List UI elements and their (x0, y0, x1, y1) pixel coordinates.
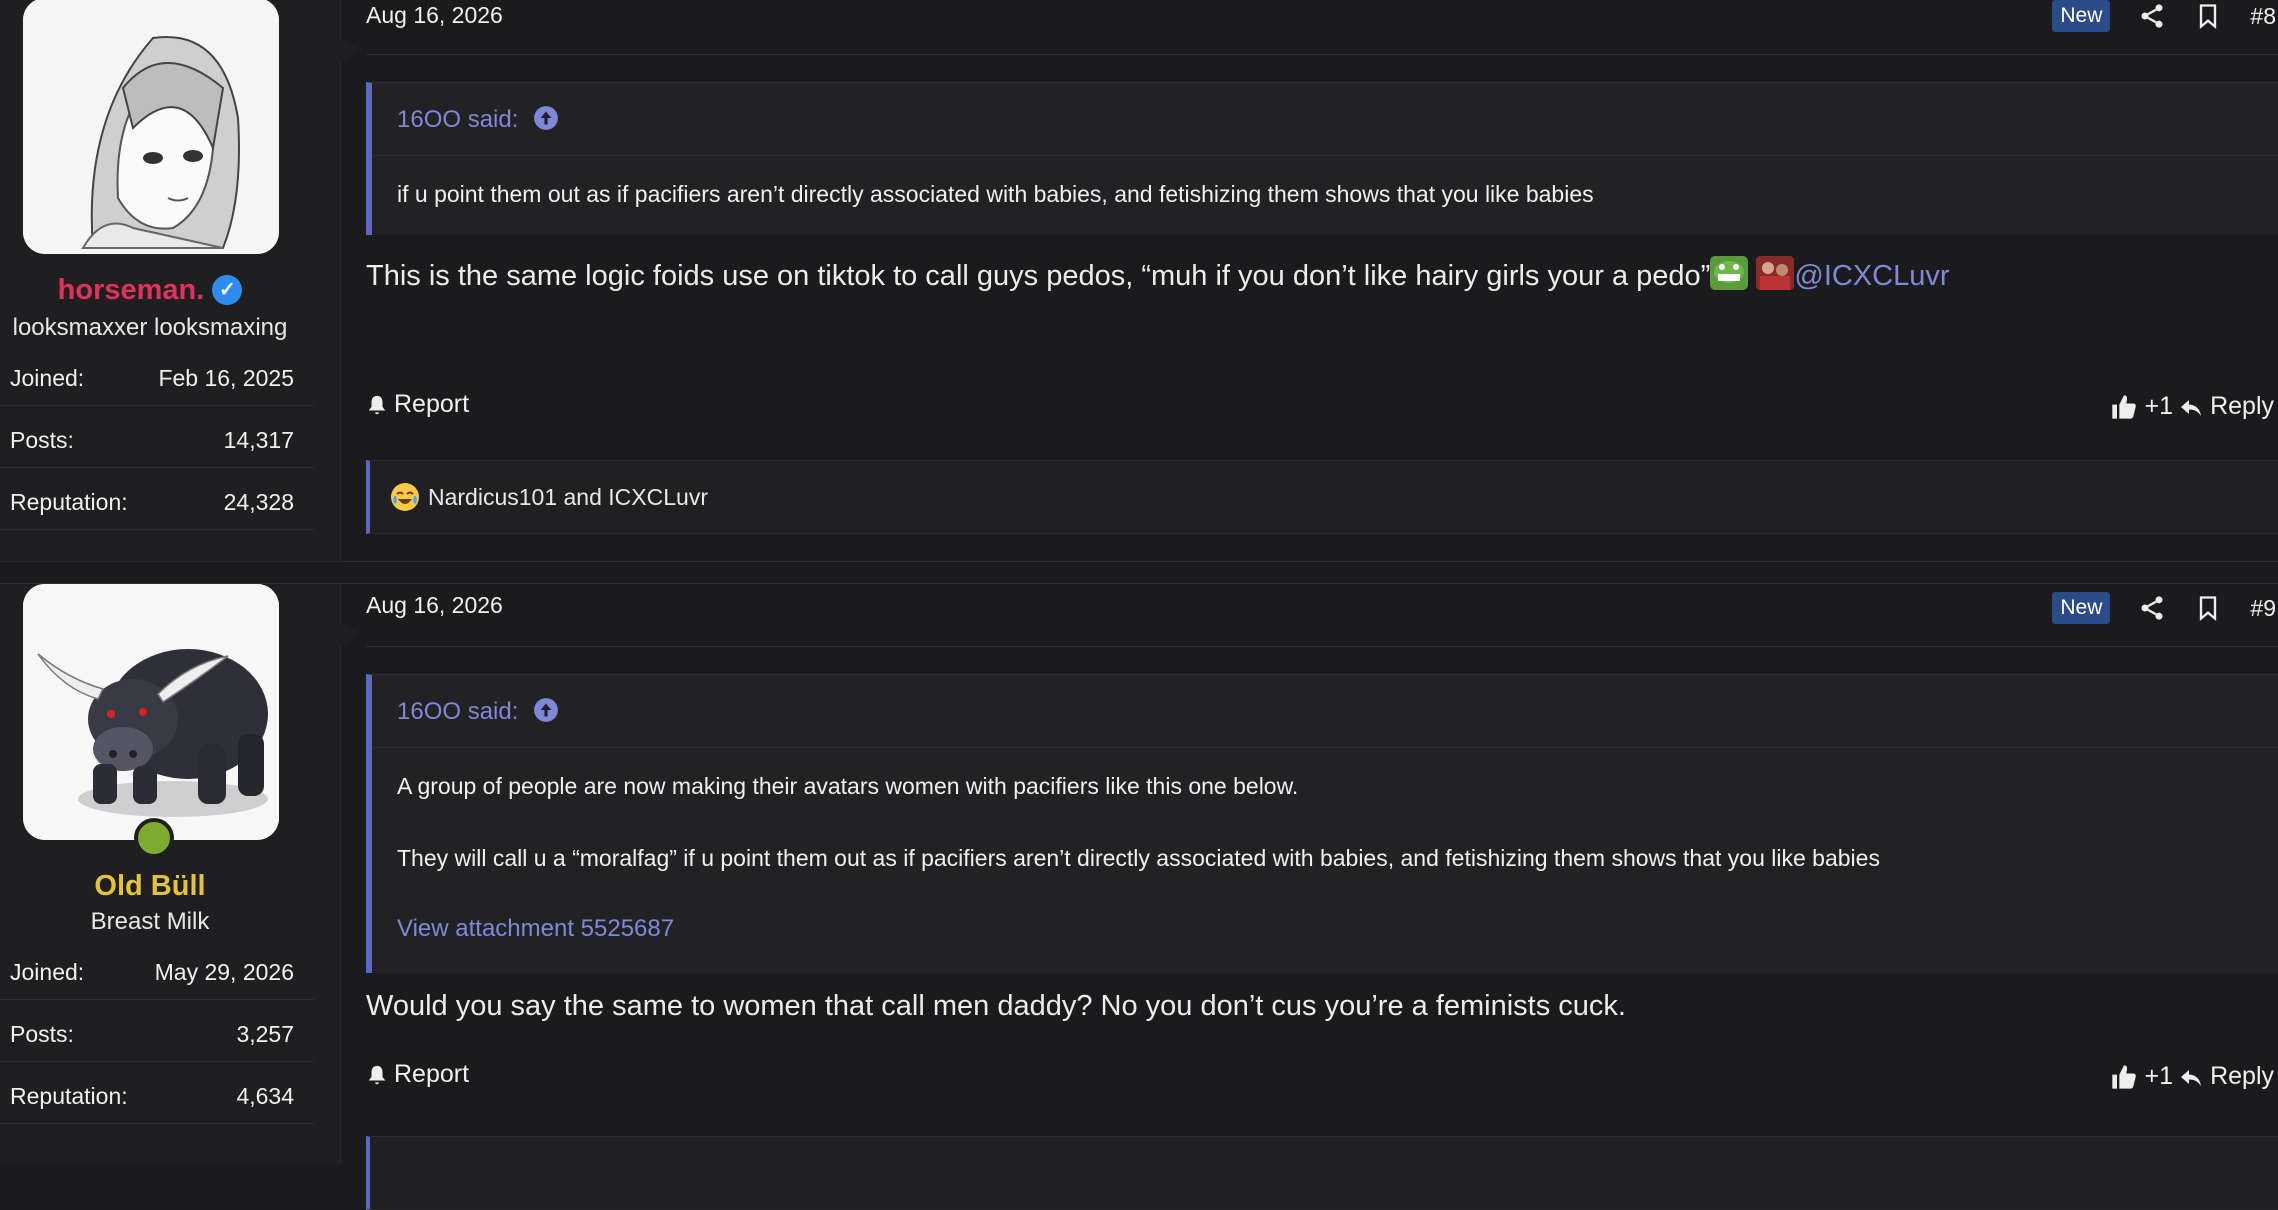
quote-divider (372, 155, 2278, 156)
stat-label: Posts: (10, 427, 74, 453)
stat-posts: Posts: 14,317 (0, 414, 314, 468)
stat-value: Feb 16, 2025 (158, 365, 294, 391)
username[interactable]: horseman. ✓ (0, 274, 300, 307)
post-body: Aug 16, 2026 New #8 16OO said: if u poin… (341, 0, 2278, 561)
crying-laughing-emoji-icon (391, 483, 419, 511)
post-content: Would you say the same to women that cal… (366, 990, 1626, 1023)
new-badge: New (2052, 592, 2111, 624)
bookmark-icon[interactable] (2194, 2, 2222, 30)
reply-arrow-icon (2181, 399, 2202, 416)
reactions-bar[interactable] (366, 1136, 2278, 1210)
reactions-bar[interactable]: Nardicus101 and ICXCLuvr (366, 460, 2278, 534)
bell-icon (368, 395, 386, 414)
quote-divider (372, 747, 2278, 748)
quote-text: if u point them out as if pacifiers aren… (397, 181, 1594, 207)
reply-button[interactable]: Reply (2178, 392, 2274, 421)
verified-badge-icon: ✓ (212, 275, 243, 305)
post-text: This is the same logic foids use on tikt… (366, 260, 1711, 292)
stat-label: Reputation: (10, 1083, 128, 1109)
stat-reputation: Reputation: 4,634 (0, 1070, 314, 1124)
like-button[interactable]: +1 (2110, 392, 2173, 421)
new-badge: New (2052, 0, 2111, 32)
username-text[interactable]: horseman. (58, 274, 205, 306)
stat-label: Posts: (10, 1021, 74, 1047)
user-info-panel: Old Büll Breast Milk Joined: May 29, 202… (0, 584, 362, 1164)
quote-author[interactable]: 16OO said: (397, 697, 559, 726)
post-number[interactable]: #9 (2250, 595, 2278, 622)
report-button[interactable]: Report (366, 390, 469, 419)
arrow-up-circle-icon[interactable] (533, 697, 559, 723)
stat-value: May 29, 2026 (154, 959, 294, 985)
stat-label: Reputation: (10, 489, 128, 515)
arrow-up-circle-icon[interactable] (533, 105, 559, 131)
stat-posts: Posts: 3,257 (0, 1008, 314, 1062)
quote-text: A group of people are now making their a… (397, 773, 1299, 799)
quote-block: 16OO said: if u point them out as if pac… (366, 82, 2278, 235)
post-header-actions: New #9 (2052, 592, 2278, 624)
username[interactable]: Old Büll (0, 870, 300, 903)
thumbs-up-icon (2112, 1064, 2137, 1089)
post-9: Old Büll Breast Milk Joined: May 29, 202… (0, 583, 2278, 1210)
online-status-indicator (134, 818, 174, 858)
post-body: Aug 16, 2026 New #9 16OO said: A group o… (341, 584, 2278, 1210)
share-icon[interactable] (2138, 594, 2166, 622)
post-content: This is the same logic foids use on tikt… (366, 256, 1950, 293)
quote-block: 16OO said: A group of people are now mak… (366, 674, 2278, 973)
post-text: Would you say the same to women that cal… (366, 990, 1626, 1022)
stat-joined: Joined: Feb 16, 2025 (0, 352, 314, 406)
reply-label[interactable]: Reply (2210, 392, 2274, 421)
header-divider (366, 54, 2278, 55)
user-title: Breast Milk (90, 908, 210, 935)
report-label[interactable]: Report (394, 390, 469, 419)
like-button[interactable]: +1 (2110, 1062, 2173, 1091)
avatar[interactable] (23, 0, 279, 254)
user-title: looksmaxxer looksmaxing (12, 314, 288, 341)
stat-value: 4,634 (236, 1083, 294, 1109)
stat-label: Joined: (10, 365, 85, 391)
like-count[interactable]: +1 (2144, 392, 2173, 421)
thumbs-up-icon (2112, 394, 2137, 419)
avatar[interactable] (23, 584, 279, 840)
report-label[interactable]: Report (394, 1060, 469, 1089)
user-info-panel: horseman. ✓ looksmaxxer looksmaxing Joine… (0, 0, 362, 561)
bookmark-icon[interactable] (2194, 594, 2222, 622)
report-button[interactable]: Report (366, 1060, 469, 1089)
quote-author-text[interactable]: 16OO said: (397, 106, 518, 133)
post-date[interactable]: Aug 16, 2026 (366, 592, 503, 619)
reply-arrow-icon (2181, 1069, 2202, 1086)
bell-icon (368, 1065, 386, 1084)
quote-author[interactable]: 16OO said: (397, 105, 559, 134)
user-mention-link[interactable]: @ICXCLuvr (1794, 260, 1949, 292)
photo-emoji-icon (1756, 256, 1795, 290)
reply-label[interactable]: Reply (2210, 1062, 2274, 1091)
quote-text: They will call u a “moralfag” if u point… (397, 845, 1880, 871)
like-count[interactable]: +1 (2144, 1062, 2173, 1091)
attachment-link[interactable]: View attachment 5525687 (397, 915, 674, 943)
post-number[interactable]: #8 (2250, 3, 2278, 30)
quote-author-text[interactable]: 16OO said: (397, 698, 518, 725)
post-date[interactable]: Aug 16, 2026 (366, 2, 503, 29)
reply-button[interactable]: Reply (2178, 1062, 2274, 1091)
stat-value: 3,257 (236, 1021, 294, 1047)
stat-label: Joined: (10, 959, 85, 985)
stat-value: 14,317 (223, 427, 294, 453)
stat-value: 24,328 (223, 489, 294, 515)
post-8: horseman. ✓ looksmaxxer looksmaxing Joine… (0, 0, 2278, 562)
pepe-emoji-icon (1710, 256, 1749, 290)
reactions-users[interactable]: Nardicus101 and ICXCLuvr (428, 484, 708, 511)
share-icon[interactable] (2138, 2, 2166, 30)
stat-joined: Joined: May 29, 2026 (0, 946, 314, 1000)
stat-reputation: Reputation: 24,328 (0, 476, 314, 530)
username-text[interactable]: Old Büll (94, 870, 205, 902)
header-divider (366, 646, 2278, 647)
post-header-actions: New #8 (2052, 0, 2278, 32)
